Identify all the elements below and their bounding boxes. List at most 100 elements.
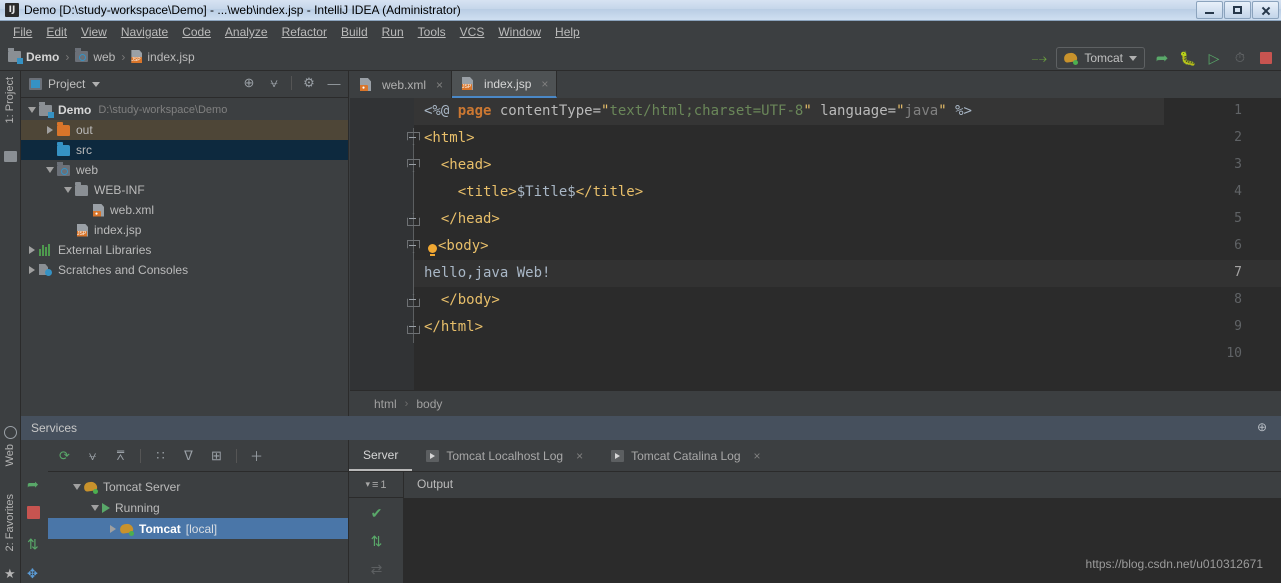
services-row-tomcat-local[interactable]: Tomcat [local] [48, 518, 348, 539]
menu-vcs[interactable]: VCS [453, 23, 492, 41]
menu-refactor[interactable]: Refactor [275, 23, 334, 41]
tree-row-external-libraries[interactable]: External Libraries [21, 240, 348, 260]
tab-tomcat-localhost-log[interactable]: Tomcat Localhost Log × [412, 440, 597, 471]
output-console[interactable]: https://blog.csdn.net/u010312671 [404, 498, 1281, 583]
menu-view[interactable]: View [74, 23, 114, 41]
services-right-pane: Server Tomcat Localhost Log × Tomcat Cat… [349, 440, 1281, 583]
services-row-running[interactable]: Running [48, 497, 348, 518]
tab-server[interactable]: Server [349, 440, 413, 471]
maximize-icon[interactable] [1224, 1, 1251, 19]
intention-bulb-icon[interactable] [428, 244, 437, 256]
tab-tomcat-catalina-log[interactable]: Tomcat Catalina Log × [597, 440, 774, 471]
output-action-icons: ✔ ⇅ ⇄ ↻ [349, 498, 404, 583]
sidebar-item-project[interactable]: 1: Project [4, 77, 16, 123]
chevron-right-icon[interactable] [25, 246, 39, 254]
menu-navigate[interactable]: Navigate [114, 23, 175, 41]
tree-row-indexjsp[interactable]: JSP index.jsp [21, 220, 348, 240]
tree-row-out[interactable]: out [21, 120, 348, 140]
settings-gear-icon[interactable]: ⚙ [301, 75, 317, 91]
folder-orange-icon [57, 121, 70, 136]
chevron-right-icon[interactable] [43, 126, 57, 134]
tree-row-scratches[interactable]: Scratches and Consoles [21, 260, 348, 280]
menu-run[interactable]: Run [375, 23, 411, 41]
editor-gutter[interactable] [350, 98, 414, 390]
chevron-down-icon[interactable] [43, 167, 57, 173]
menu-analyze[interactable]: Analyze [218, 23, 275, 41]
tree-row-webinf[interactable]: WEB-INF [21, 180, 348, 200]
rerun-icon[interactable]: ⟳ [56, 447, 73, 464]
services-row-tomcat-server[interactable]: Tomcat Server [48, 476, 348, 497]
services-title: Services [31, 421, 78, 435]
chevron-down-icon[interactable] [61, 187, 75, 193]
chevron-down-icon[interactable] [25, 107, 39, 113]
run-icon[interactable]: ➦ [1153, 49, 1171, 67]
breadcrumb-html[interactable]: html [374, 397, 397, 411]
breadcrumb-web[interactable]: web [75, 48, 115, 64]
menu-file[interactable]: File [6, 23, 39, 41]
breadcrumb-demo[interactable]: Demo [8, 48, 59, 64]
menu-tools[interactable]: Tools [411, 23, 453, 41]
chevron-right-icon[interactable] [106, 524, 120, 533]
menu-code[interactable]: Code [175, 23, 218, 41]
redeploy-icon[interactable]: ⇅ [27, 536, 39, 553]
tree-row-web[interactable]: web [21, 160, 348, 180]
services-row-label: Running [115, 500, 160, 515]
services-tab-bar: Server Tomcat Localhost Log × Tomcat Cat… [349, 440, 1281, 472]
xml-file-icon: ● [360, 78, 371, 91]
stop-icon[interactable] [1257, 49, 1275, 67]
settings-crosshair-icon[interactable]: ⊕ [1257, 420, 1273, 436]
close-icon[interactable] [1252, 1, 1279, 19]
run-configuration-selector[interactable]: Tomcat [1056, 47, 1145, 69]
code-token: language= [811, 103, 897, 119]
menu-window[interactable]: Window [491, 23, 548, 41]
run-with-coverage-icon[interactable]: ▷ [1205, 49, 1223, 67]
tab-webxml[interactable]: ● web.xml × [350, 71, 453, 98]
code-editor[interactable]: 1 2 3 4 5 6 7 8 9 10 <%@ page contentTyp… [350, 98, 1281, 390]
sidebar-item-web[interactable]: Web [4, 444, 16, 466]
close-icon[interactable]: × [754, 449, 761, 463]
tree-row-webxml[interactable]: ● web.xml [21, 200, 348, 220]
chevron-down-icon[interactable] [92, 81, 101, 87]
tab-indexjsp[interactable]: JSP index.jsp × [452, 71, 558, 98]
locate-icon[interactable]: ⊕ [241, 75, 257, 91]
minimize-icon[interactable] [1196, 1, 1223, 19]
chevron-down-icon[interactable] [70, 483, 84, 490]
output-pane: ▾ ≡ 1 ✔ ⇅ ⇄ ↻ Output https://blog [349, 472, 1281, 583]
close-icon[interactable]: × [541, 77, 548, 91]
stop-icon[interactable] [27, 506, 40, 519]
line-number: 10 [1226, 346, 1242, 361]
deploy-icon[interactable]: ⇅ [371, 533, 383, 550]
close-icon[interactable]: × [576, 449, 583, 463]
code-token: <head> [424, 157, 492, 173]
sidebar-item-favorites[interactable]: 2: Favorites [4, 494, 16, 551]
add-tab-icon[interactable]: ⊞ [208, 447, 225, 464]
tree-label: src [76, 143, 92, 157]
tree-label: Scratches and Consoles [58, 263, 189, 277]
xml-badge: ● [360, 85, 368, 91]
hammer-icon[interactable]: ⤍ [1030, 49, 1048, 67]
hide-icon[interactable]: — [326, 75, 342, 91]
chevron-down-icon[interactable] [88, 504, 102, 511]
menu-edit[interactable]: Edit [39, 23, 74, 41]
chevron-right-icon[interactable] [25, 266, 39, 274]
group-by-icon[interactable]: ∷ [152, 447, 169, 464]
expand-layout-icon[interactable]: ✥ [27, 566, 38, 582]
filter-icon[interactable]: ᐁ [180, 447, 197, 464]
menu-help[interactable]: Help [548, 23, 587, 41]
breadcrumb-body[interactable]: body [416, 397, 442, 411]
rerun-icon[interactable]: ➦ [27, 476, 39, 493]
tree-row-src[interactable]: src [21, 140, 348, 160]
code-token: <title> [424, 184, 517, 200]
code-token: </head> [424, 211, 500, 227]
expand-all-icon[interactable]: ⩝ [84, 447, 101, 464]
debug-icon[interactable]: 🐛 [1179, 49, 1197, 67]
breadcrumb-indexjsp-label: index.jsp [147, 49, 195, 64]
collapse-all-icon[interactable]: ⩞ [112, 447, 129, 464]
menu-build[interactable]: Build [334, 23, 375, 41]
close-icon[interactable]: × [436, 78, 443, 92]
tree-row-demo[interactable]: Demo D:\study-workspace\Demo [21, 100, 348, 120]
add-service-icon[interactable]: ＋ [248, 447, 265, 464]
output-count-badge[interactable]: ▾ ≡ 1 [349, 472, 403, 498]
breadcrumb-indexjsp[interactable]: JSP index.jsp [131, 49, 195, 64]
collapse-all-icon[interactable]: ⩝ [266, 75, 282, 91]
